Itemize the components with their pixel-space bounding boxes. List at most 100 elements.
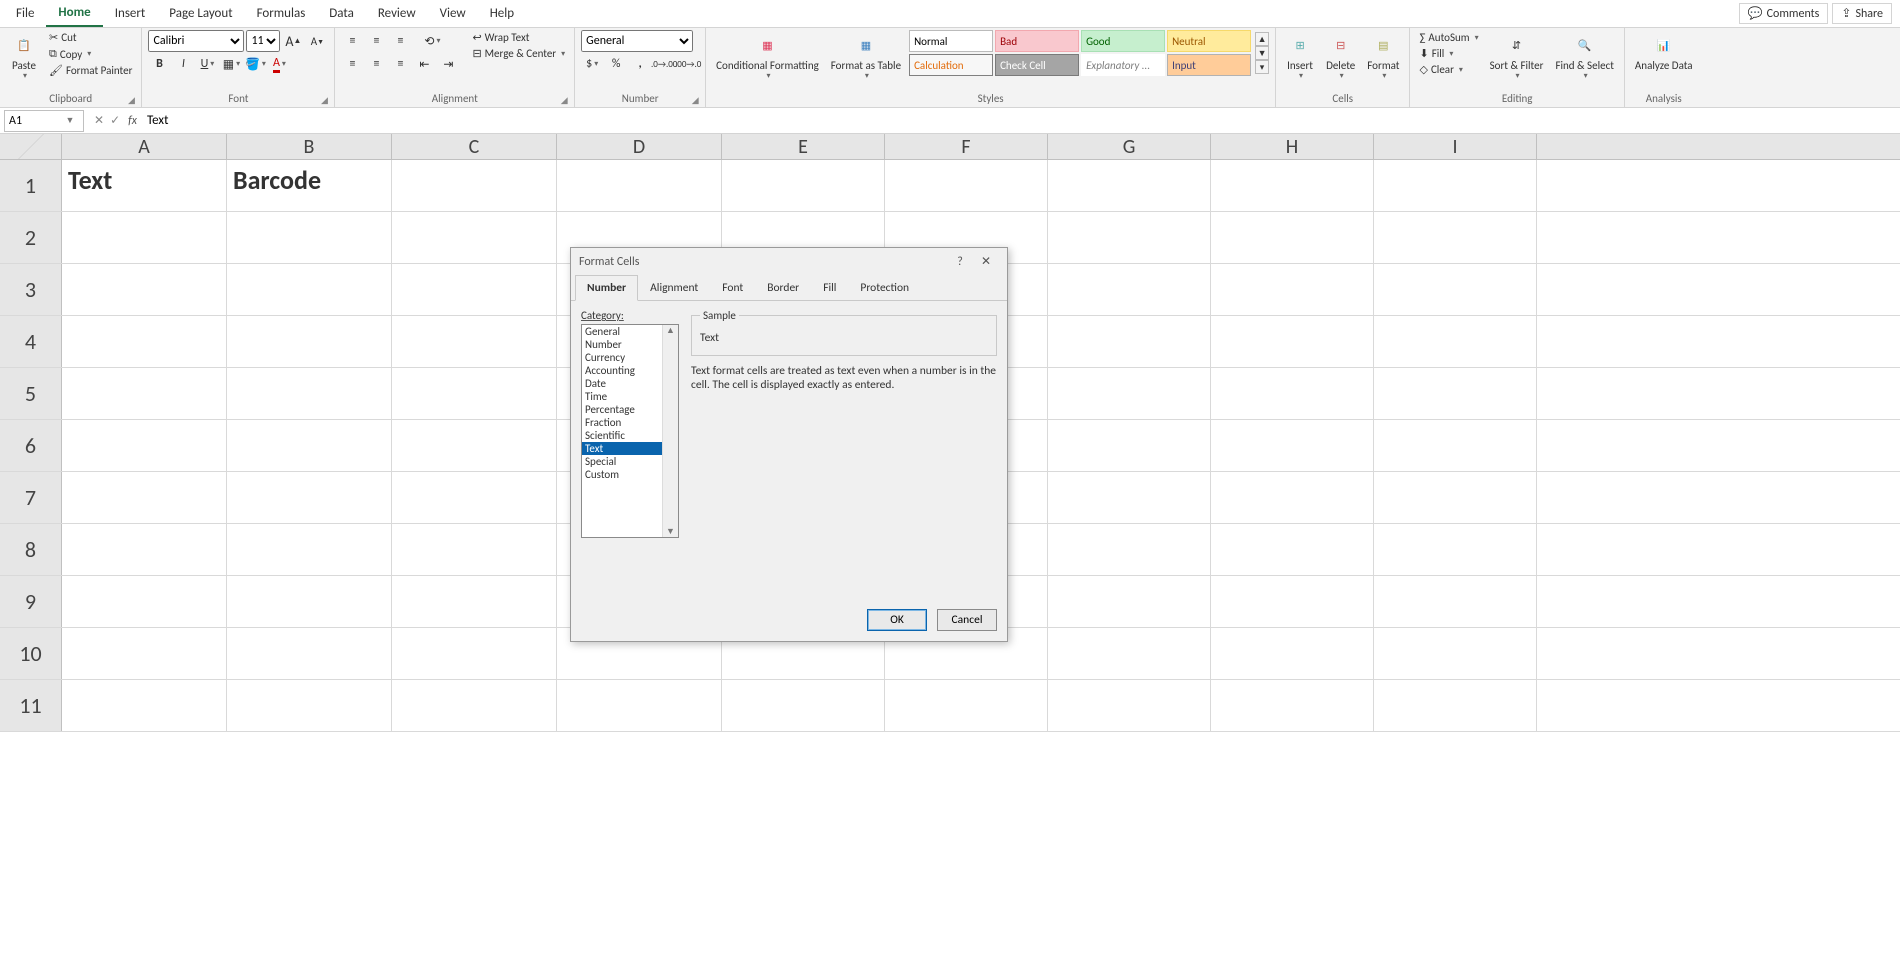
col-header-B[interactable]: B bbox=[227, 134, 392, 159]
styles-up-button[interactable]: ▲ bbox=[1255, 32, 1269, 46]
cell-I11[interactable] bbox=[1374, 680, 1537, 731]
cell-H4[interactable] bbox=[1211, 316, 1374, 367]
cell-I9[interactable] bbox=[1374, 576, 1537, 627]
tab-data[interactable]: Data bbox=[317, 1, 366, 26]
formula-input[interactable] bbox=[143, 110, 1900, 132]
cell-C5[interactable] bbox=[392, 368, 557, 419]
row-header-1[interactable]: 1 bbox=[0, 160, 62, 211]
cell-E11[interactable] bbox=[722, 680, 885, 731]
increase-font-button[interactable]: A▲ bbox=[282, 30, 304, 52]
cell-I3[interactable] bbox=[1374, 264, 1537, 315]
launcher-icon[interactable]: ◢ bbox=[318, 95, 330, 107]
col-header-A[interactable]: A bbox=[62, 134, 227, 159]
row-header-6[interactable]: 6 bbox=[0, 420, 62, 471]
name-box-input[interactable] bbox=[5, 114, 61, 128]
cancel-formula-icon[interactable]: ✕ bbox=[94, 113, 104, 128]
cell-C7[interactable] bbox=[392, 472, 557, 523]
cell-C3[interactable] bbox=[392, 264, 557, 315]
cell-H7[interactable] bbox=[1211, 472, 1374, 523]
cell-A6[interactable] bbox=[62, 420, 227, 471]
cell-I2[interactable] bbox=[1374, 212, 1537, 263]
cell-G7[interactable] bbox=[1048, 472, 1211, 523]
launcher-icon[interactable]: ◢ bbox=[689, 95, 701, 107]
ok-button[interactable]: OK bbox=[867, 609, 927, 631]
align-left-button[interactable]: ≡ bbox=[341, 53, 363, 75]
clear-button[interactable]: ◇Clear▾ bbox=[1416, 62, 1481, 77]
cell-G9[interactable] bbox=[1048, 576, 1211, 627]
sort-filter-button[interactable]: ⇵Sort & Filter▾ bbox=[1486, 30, 1548, 83]
row-header-7[interactable]: 7 bbox=[0, 472, 62, 523]
styles-down-button[interactable]: ▼ bbox=[1255, 46, 1269, 60]
italic-button[interactable]: I bbox=[172, 53, 194, 75]
col-header-F[interactable]: F bbox=[885, 134, 1048, 159]
insert-cells-button[interactable]: ⊞Insert▾ bbox=[1282, 30, 1318, 83]
style-neutral[interactable]: Neutral bbox=[1167, 30, 1251, 52]
cell-C4[interactable] bbox=[392, 316, 557, 367]
cell-A3[interactable] bbox=[62, 264, 227, 315]
tab-file[interactable]: File bbox=[4, 1, 46, 26]
style-calculation[interactable]: Calculation bbox=[909, 54, 993, 76]
cell-A10[interactable] bbox=[62, 628, 227, 679]
tab-insert[interactable]: Insert bbox=[103, 1, 158, 26]
cell-C10[interactable] bbox=[392, 628, 557, 679]
style-check-cell[interactable]: Check Cell bbox=[995, 54, 1079, 76]
col-header-C[interactable]: C bbox=[392, 134, 557, 159]
borders-button[interactable]: ▦▾ bbox=[220, 53, 242, 75]
cell-G4[interactable] bbox=[1048, 316, 1211, 367]
tab-page-layout[interactable]: Page Layout bbox=[157, 1, 244, 26]
format-painter-button[interactable]: 🖌Format Painter bbox=[46, 63, 135, 78]
row-header-9[interactable]: 9 bbox=[0, 576, 62, 627]
underline-button[interactable]: U▾ bbox=[196, 53, 218, 75]
comma-button[interactable]: , bbox=[629, 53, 651, 75]
chevron-down-icon[interactable]: ▼ bbox=[61, 115, 79, 126]
cell-B7[interactable] bbox=[227, 472, 392, 523]
row-header-2[interactable]: 2 bbox=[0, 212, 62, 263]
style-good[interactable]: Good bbox=[1081, 30, 1165, 52]
dialog-tab-alignment[interactable]: Alignment bbox=[638, 275, 710, 300]
tab-view[interactable]: View bbox=[428, 1, 478, 26]
cell-G2[interactable] bbox=[1048, 212, 1211, 263]
cell-C1[interactable] bbox=[392, 160, 557, 211]
cell-H11[interactable] bbox=[1211, 680, 1374, 731]
increase-indent-button[interactable]: ⇥ bbox=[437, 53, 459, 75]
launcher-icon[interactable]: ◢ bbox=[125, 95, 137, 107]
cell-F11[interactable] bbox=[885, 680, 1048, 731]
autosum-button[interactable]: ∑AutoSum▾ bbox=[1416, 30, 1481, 45]
style-input[interactable]: Input bbox=[1167, 54, 1251, 76]
row-header-3[interactable]: 3 bbox=[0, 264, 62, 315]
cell-G3[interactable] bbox=[1048, 264, 1211, 315]
align-right-button[interactable]: ≡ bbox=[389, 53, 411, 75]
cell-I10[interactable] bbox=[1374, 628, 1537, 679]
name-box[interactable]: ▼ bbox=[4, 110, 84, 132]
bold-button[interactable]: B bbox=[148, 53, 170, 75]
fill-button[interactable]: ⬇Fill▾ bbox=[1416, 46, 1481, 61]
cell-C2[interactable] bbox=[392, 212, 557, 263]
cell-G10[interactable] bbox=[1048, 628, 1211, 679]
delete-cells-button[interactable]: ⊟Delete▾ bbox=[1322, 30, 1359, 83]
decrease-decimal-button[interactable]: .00→.0 bbox=[677, 53, 699, 75]
increase-decimal-button[interactable]: .0→.00 bbox=[653, 53, 675, 75]
find-select-button[interactable]: 🔍Find & Select▾ bbox=[1551, 30, 1617, 83]
cell-D1[interactable] bbox=[557, 160, 722, 211]
cell-A11[interactable] bbox=[62, 680, 227, 731]
cell-H3[interactable] bbox=[1211, 264, 1374, 315]
cell-I6[interactable] bbox=[1374, 420, 1537, 471]
decrease-indent-button[interactable]: ⇤ bbox=[413, 53, 435, 75]
cell-A2[interactable] bbox=[62, 212, 227, 263]
dialog-tab-protection[interactable]: Protection bbox=[848, 275, 921, 300]
cell-H8[interactable] bbox=[1211, 524, 1374, 575]
paste-button[interactable]: 📋 Paste ▾ bbox=[6, 30, 42, 83]
font-name-select[interactable]: Calibri bbox=[148, 30, 244, 52]
cell-C9[interactable] bbox=[392, 576, 557, 627]
align-center-button[interactable]: ≡ bbox=[365, 53, 387, 75]
style-bad[interactable]: Bad bbox=[995, 30, 1079, 52]
wrap-text-button[interactable]: ↩Wrap Text bbox=[469, 30, 568, 45]
scrollbar[interactable]: ▲▼ bbox=[662, 325, 678, 537]
row-header-10[interactable]: 10 bbox=[0, 628, 62, 679]
share-button[interactable]: ⇪Share bbox=[1832, 3, 1892, 24]
cell-I8[interactable] bbox=[1374, 524, 1537, 575]
align-top-button[interactable]: ≡ bbox=[341, 30, 363, 52]
cell-B11[interactable] bbox=[227, 680, 392, 731]
cell-G1[interactable] bbox=[1048, 160, 1211, 211]
cell-A4[interactable] bbox=[62, 316, 227, 367]
